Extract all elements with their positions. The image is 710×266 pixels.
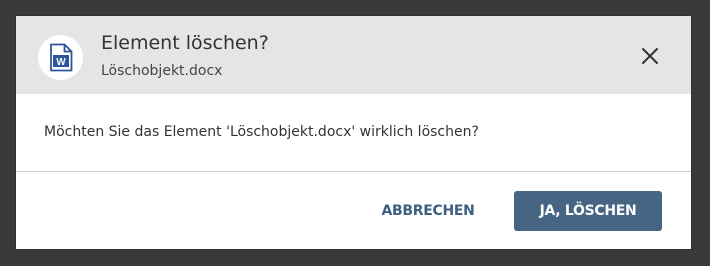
close-button[interactable] [636, 42, 664, 70]
cancel-button[interactable]: ABBRECHEN [378, 191, 478, 231]
dialog-subtitle-filename: Löschobjekt.docx [101, 63, 223, 79]
close-icon [642, 48, 658, 64]
dialog-title: Element löschen? [101, 32, 269, 54]
dialog-divider [16, 171, 691, 172]
delete-confirmation-dialog: W Element löschen? Löschobjekt.docx Möch… [16, 16, 691, 249]
dialog-message: Möchten Sie das Element 'Löschobjekt.doc… [44, 124, 479, 140]
word-icon-letter: W [56, 57, 66, 68]
dialog-header: W Element löschen? Löschobjekt.docx [16, 16, 691, 94]
word-document-icon: W [50, 43, 73, 72]
file-icon-container: W [38, 35, 83, 80]
confirm-delete-button[interactable]: JA, LÖSCHEN [514, 191, 662, 231]
